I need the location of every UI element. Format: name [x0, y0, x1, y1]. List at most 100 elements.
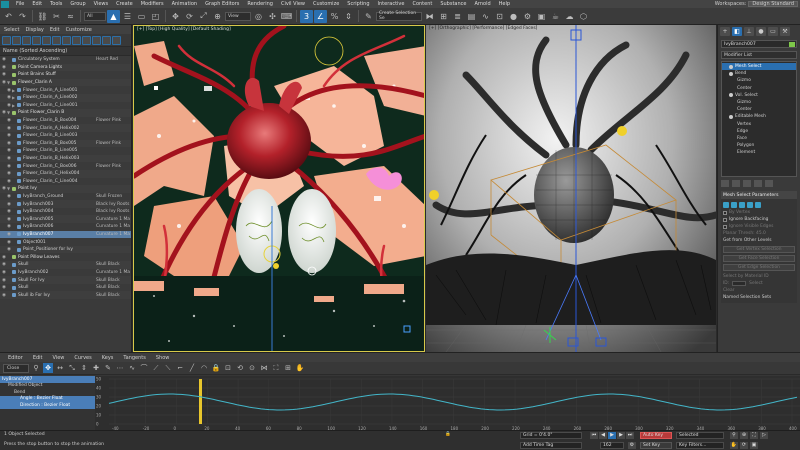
- smooth-tangent-icon[interactable]: ◠: [199, 363, 209, 373]
- pivot-center-icon[interactable]: ◎: [252, 10, 265, 23]
- window-crossing-icon[interactable]: ◰: [149, 10, 162, 23]
- list-item[interactable]: ◉ IvyBranch003 Black Ivy Roots: [0, 200, 131, 208]
- visibility-eye-icon[interactable]: ◉: [1, 255, 7, 260]
- menu-civil-view[interactable]: Civil View: [277, 1, 309, 7]
- move-keys-icon[interactable]: ✥: [43, 363, 53, 373]
- snap-frames-icon[interactable]: ⊡: [223, 363, 233, 373]
- orbit-icon[interactable]: ⟳: [740, 442, 748, 449]
- list-item[interactable]: ◉ Skull For Ivy Skull Black: [0, 276, 131, 284]
- named-selection-set-dropdown[interactable]: Create Selection Se: [376, 11, 422, 21]
- spinner-snap-icon[interactable]: ⇕: [342, 10, 355, 23]
- curve-menu-keys[interactable]: Keys: [102, 355, 114, 361]
- material-id-spinner[interactable]: [732, 281, 747, 286]
- app-logo[interactable]: [1, 0, 9, 8]
- visibility-eye-icon[interactable]: ◉: [1, 293, 7, 298]
- sub-object-level-item[interactable]: Center: [722, 106, 796, 113]
- list-item[interactable]: ◉ ▶ Flower_Clarin_A_Line002: [0, 93, 131, 102]
- snap-3d-icon[interactable]: 3: [300, 9, 313, 23]
- visibility-eye-icon[interactable]: ◉: [6, 156, 12, 161]
- menu-content[interactable]: Content: [408, 1, 436, 7]
- sub-object-level-item[interactable]: Gizmo: [722, 77, 796, 84]
- list-item[interactable]: ◉ Flower_Clarin_B_Box004 Flower Pink: [0, 117, 131, 125]
- visibility-eye-icon[interactable]: ◉: [6, 247, 12, 252]
- zoom-icon[interactable]: ⚲: [730, 432, 738, 439]
- arnold-render-icon[interactable]: ⬡: [577, 10, 590, 23]
- rect-selection-icon[interactable]: ▭: [135, 10, 148, 23]
- modifier-list-dropdown[interactable]: Modifier List: [721, 51, 797, 59]
- sub-object-level-item[interactable]: Gizmo: [722, 99, 796, 106]
- explorer-menu-edit[interactable]: Edit: [50, 27, 60, 33]
- menu-interactive[interactable]: Interactive: [374, 1, 409, 7]
- zoom-extents-icon[interactable]: ⛶: [271, 363, 281, 373]
- goto-start-icon[interactable]: ⏮: [590, 432, 598, 439]
- hierarchy-tab-icon[interactable]: ⊥: [744, 26, 754, 36]
- object-color-swatch[interactable]: [789, 42, 795, 47]
- face-level-icon[interactable]: [739, 202, 745, 208]
- visibility-eye-icon[interactable]: ◉: [6, 133, 12, 138]
- visibility-eye-icon[interactable]: ◉: [6, 148, 12, 153]
- maximize-viewport-icon[interactable]: ▣: [750, 442, 758, 449]
- material-select-button[interactable]: Select: [749, 281, 763, 286]
- rollout-header[interactable]: Mesh Select Parameters: [721, 191, 797, 199]
- scene-explorer-header[interactable]: Name (Sorted Ascending): [0, 47, 131, 56]
- list-item[interactable]: ◉ ▼ Flower_Clarin A: [0, 78, 131, 87]
- menu-graph-editors[interactable]: Graph Editors: [201, 1, 243, 7]
- menu-scripting[interactable]: Scripting: [343, 1, 373, 7]
- scale-icon[interactable]: ⤢: [197, 10, 210, 23]
- modifier-toggle-icon[interactable]: [729, 114, 733, 119]
- by-vertex-checkbox[interactable]: By Vertex: [723, 209, 795, 216]
- list-item[interactable]: ◉ Flower_Clarin_B_Line005: [0, 147, 131, 155]
- add-time-tag-field[interactable]: Add Time Tag: [520, 442, 582, 449]
- element-level-icon[interactable]: [755, 202, 761, 208]
- goto-end-icon[interactable]: ⏭: [626, 432, 634, 439]
- list-item[interactable]: ◉ Skull Skull Black: [0, 284, 131, 292]
- auto-tangent-icon[interactable]: ∿: [127, 363, 137, 373]
- list-item[interactable]: ◉ ▶ Flower_Clarin_C_Line001: [0, 102, 131, 110]
- list-item[interactable]: ◉ ▼ Point Flower_Clarin B: [0, 109, 131, 117]
- viewport-ortho-label[interactable]: [+] [Orthographic] [Performance] [Edged …: [429, 26, 537, 31]
- lock-selection-icon[interactable]: 🔒: [211, 363, 221, 373]
- planar-thresh-spinner[interactable]: Planar Thresh: 45.0: [723, 230, 795, 237]
- list-item[interactable]: ◉ IvyBranch_Ground Skull Frozen: [0, 193, 131, 201]
- curve-menu-tangents[interactable]: Tangents: [123, 355, 145, 361]
- visibility-eye-icon[interactable]: ◉: [1, 65, 7, 70]
- list-item[interactable]: ◉ Flower_Clarin_B_Line003: [0, 132, 131, 140]
- list-item[interactable]: ◉ IvyBranch002 Curvature 1 Ma: [0, 269, 131, 277]
- menu-animation[interactable]: Animation: [168, 1, 202, 7]
- curve-editor-icon[interactable]: ∿: [479, 10, 492, 23]
- filter-cameras-icon[interactable]: [32, 35, 41, 45]
- menu-create[interactable]: Create: [112, 1, 137, 7]
- slow-tangent-icon[interactable]: ⟍: [163, 363, 173, 373]
- fast-tangent-icon[interactable]: ⟋: [151, 363, 161, 373]
- modifier-toggle-icon[interactable]: [729, 71, 733, 76]
- visibility-eye-icon[interactable]: ◉: [6, 224, 12, 229]
- filter-containers-icon[interactable]: [92, 35, 101, 45]
- filter-frozen-icon[interactable]: [102, 35, 111, 45]
- modifier-item[interactable]: Vol. Select: [722, 92, 796, 99]
- parameter-out-of-range-icon[interactable]: ⟲: [235, 363, 245, 373]
- scale-keys-icon[interactable]: ⤡: [67, 363, 77, 373]
- modifier-item[interactable]: Bend: [722, 70, 796, 77]
- time-config-icon[interactable]: ⚙: [628, 442, 636, 449]
- visibility-eye-icon[interactable]: ◉: [6, 240, 12, 245]
- curve-menu-view[interactable]: View: [53, 355, 65, 361]
- visibility-eye-icon[interactable]: ◉: [6, 118, 12, 123]
- zoom-region-icon[interactable]: ⊞: [283, 363, 293, 373]
- visibility-eye-icon[interactable]: ◉: [6, 194, 12, 199]
- modifier-item[interactable]: Editable Mesh: [722, 113, 796, 120]
- curve-menu-curves[interactable]: Curves: [74, 355, 91, 361]
- sub-object-level-item[interactable]: Center: [722, 85, 796, 92]
- remove-modifier-icon[interactable]: [754, 180, 762, 187]
- reference-coordinate-dropdown[interactable]: View: [225, 11, 251, 21]
- viewport-orthographic[interactable]: [+] [Orthographic] [Performance] [Edged …: [426, 25, 716, 352]
- field-of-view-icon[interactable]: ▷: [760, 432, 768, 439]
- zoom-extents-icon[interactable]: ⛶: [750, 432, 758, 439]
- set-key-button[interactable]: Set Key: [640, 442, 672, 449]
- list-item[interactable]: ◉ Flower_Clarin_A_Helix002: [0, 124, 131, 132]
- align-icon[interactable]: ⊞: [437, 10, 450, 23]
- toggle-ribbon-icon[interactable]: ▤: [465, 10, 478, 23]
- workspace-dropdown[interactable]: Design Standard: [748, 1, 798, 7]
- filter-shapes-icon[interactable]: [12, 35, 21, 45]
- filter-bones-icon[interactable]: [82, 35, 91, 45]
- explorer-menu-display[interactable]: Display: [25, 27, 43, 33]
